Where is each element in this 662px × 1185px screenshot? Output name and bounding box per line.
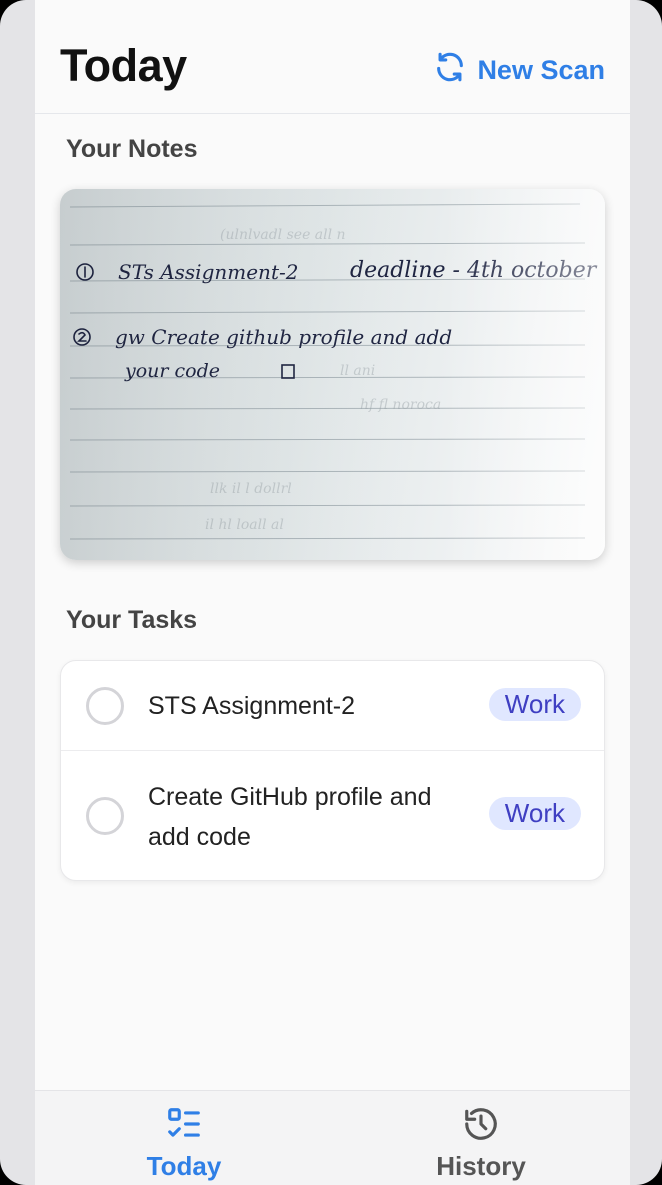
task-text: Create GitHub profile and add code [148,783,432,851]
device-frame: Today New Scan Your Notes Your Tasks STS… [0,0,662,1185]
nav-label-history: History [436,1151,526,1181]
nav-label-today: Today [146,1151,222,1181]
nav-item-history[interactable]: History [401,1091,561,1185]
task-checkbox[interactable] [86,687,124,725]
app-screen: Today New Scan Your Notes Your Tasks STS… [35,0,630,1185]
refresh-icon [433,50,467,91]
page-title: Today [60,40,187,91]
new-scan-button[interactable]: New Scan [433,50,605,91]
notes-image[interactable]: STs Assignment-2 deadline - 4th october … [60,189,605,560]
app-header: Today New Scan [35,0,630,114]
task-checkbox[interactable] [86,797,124,835]
handwritten-notes-image: STs Assignment-2 deadline - 4th october … [60,189,605,560]
new-scan-label: New Scan [477,55,605,85]
bottom-nav: Today History [35,1090,630,1185]
nav-item-today[interactable]: Today [104,1091,264,1185]
notes-section-title: Your Notes [66,135,198,163]
tasks-section-title: Your Tasks [66,606,198,634]
task-row[interactable]: Create GitHub profile and add code Work [61,751,604,880]
task-row[interactable]: STS Assignment-2 Work [61,661,604,751]
task-list: STS Assignment-2 Work Create GitHub prof… [60,660,605,881]
task-tag: Work [488,688,581,721]
task-tag: Work [488,797,581,830]
task-text: STS Assignment-2 [148,692,356,720]
